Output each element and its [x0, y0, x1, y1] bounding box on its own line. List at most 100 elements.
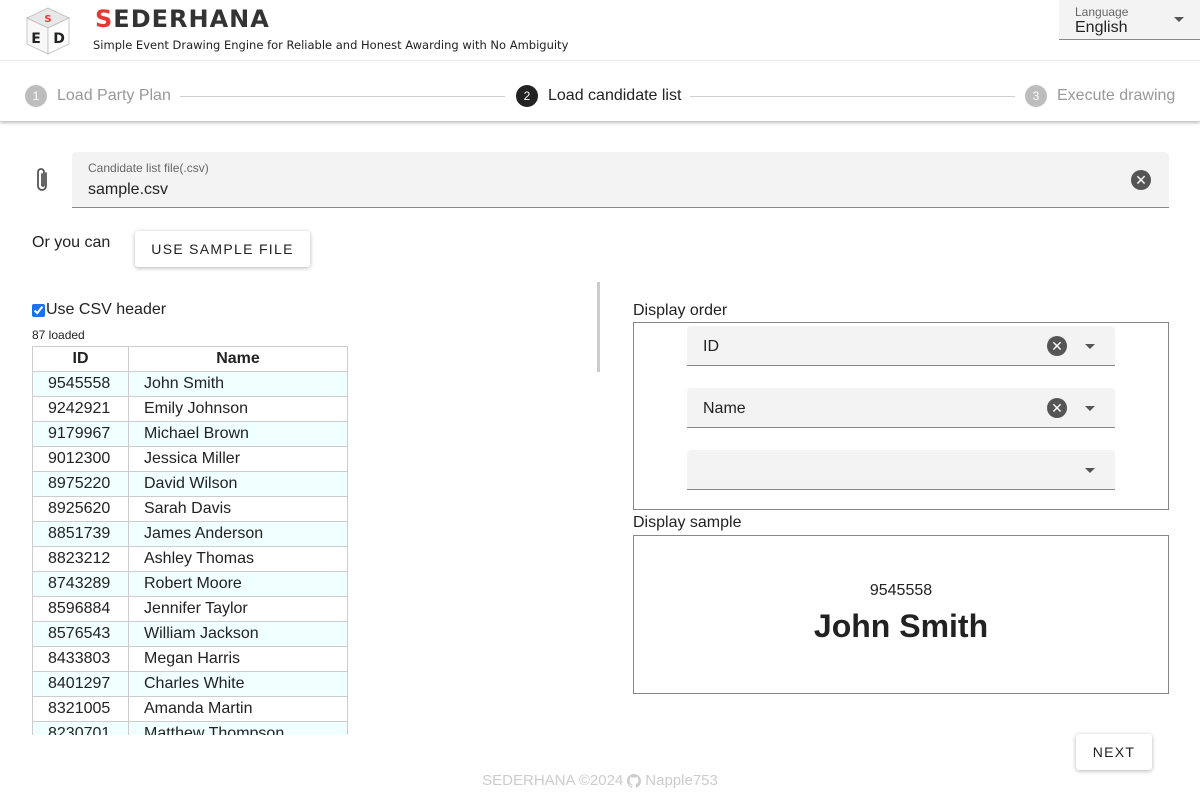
step-label: Load Party Plan [57, 87, 171, 104]
display-order-label: Display order [633, 302, 728, 319]
table-row: 8925620 Sarah Davis [32, 496, 348, 522]
table-row: 8743289 Robert Moore [32, 571, 348, 597]
table-row: 8596884 Jennifer Taylor [32, 596, 348, 622]
cell-name: John Smith [128, 371, 348, 397]
language-label: Language [1075, 5, 1129, 19]
display-order-select-1[interactable]: ID ✕ [687, 326, 1115, 366]
step-number: 1 [25, 85, 47, 107]
cell-name: Emily Johnson [128, 396, 348, 422]
candidate-table-scroll[interactable]: ID Name 9545558 John Smith 9242921 Emily Jo… [32, 346, 349, 735]
footer: SEDERHANA ©2024 Napple753 [0, 772, 1200, 789]
display-sample-box: 9545558 John Smith [633, 535, 1169, 694]
stepper: 1 Load Party Plan 2 Load candidate list … [0, 60, 1200, 121]
file-input-label: Candidate list file(.csv) [88, 161, 209, 175]
footer-github-user[interactable]: Napple753 [645, 772, 718, 789]
svg-text:S: S [44, 14, 51, 25]
step-load-party-plan[interactable]: 1 Load Party Plan [25, 85, 171, 107]
cell-name: David Wilson [128, 471, 348, 497]
cell-id: 8230701 [32, 721, 129, 735]
cell-id: 8975220 [32, 471, 129, 497]
table-row: 8433803 Megan Harris [32, 646, 348, 672]
step-label: Execute drawing [1057, 87, 1176, 104]
language-value: English [1075, 19, 1128, 36]
step-connector [180, 96, 505, 97]
cell-name: Sarah Davis [128, 496, 348, 522]
cell-name: Ashley Thomas [128, 546, 348, 572]
csv-header-label: Use CSV header [46, 301, 167, 318]
brand-title: SEDERHANA [95, 5, 270, 33]
step-number: 2 [516, 85, 538, 107]
loaded-count: 87 loaded [32, 328, 85, 342]
cell-id: 8925620 [32, 496, 129, 522]
cell-id: 8743289 [32, 571, 129, 597]
cell-name: Jessica Miller [128, 446, 348, 472]
cell-id: 8401297 [32, 671, 129, 697]
panel-resize-handle[interactable] [597, 282, 600, 372]
clear-selection-icon[interactable]: ✕ [1047, 336, 1067, 356]
cell-id: 8576543 [32, 621, 129, 647]
cell-name: William Jackson [128, 621, 348, 647]
cell-name: Megan Harris [128, 646, 348, 672]
logo-cube-icon: S E D [26, 7, 70, 55]
chevron-down-icon [1174, 17, 1184, 22]
sample-id: 9545558 [869, 582, 933, 599]
app-header: S E D SEDERHANA Simple Event Drawing Eng… [0, 0, 1200, 60]
table-row: 9242921 Emily Johnson [32, 396, 348, 422]
chevron-down-icon [1085, 344, 1095, 349]
column-header-name: Name [128, 346, 348, 372]
step-load-candidate-list[interactable]: 2 Load candidate list [516, 85, 681, 107]
github-icon[interactable] [627, 773, 642, 788]
table-row: 8851739 James Anderson [32, 521, 348, 547]
table-row: 9179967 Michael Brown [32, 421, 348, 447]
cell-id: 9179967 [32, 421, 129, 447]
table-row: 9012300 Jessica Miller [32, 446, 348, 472]
language-select[interactable]: Language English [1059, 0, 1200, 40]
or-you-can-text: Or you can [32, 234, 111, 251]
cell-id: 8851739 [32, 521, 129, 547]
next-button[interactable]: NEXT [1076, 734, 1152, 770]
select-value: Name [703, 400, 746, 417]
candidate-table: ID Name 9545558 John Smith 9242921 Emily Jo… [32, 346, 348, 735]
table-row: 9545558 John Smith [32, 371, 348, 397]
candidate-table-body: 9545558 John Smith 9242921 Emily Johnson 917… [32, 371, 348, 735]
table-row: 8401297 Charles White [32, 671, 348, 697]
cell-id: 8321005 [32, 696, 129, 722]
cell-name: James Anderson [128, 521, 348, 547]
paperclip-icon[interactable] [32, 166, 54, 194]
table-row: 8823212 Ashley Thomas [32, 546, 348, 572]
cell-name: Charles White [128, 671, 348, 697]
cell-id: 8823212 [32, 546, 129, 572]
cell-name: Matthew Thompson [128, 721, 348, 735]
column-header-id: ID [32, 346, 129, 372]
footer-copyright: SEDERHANA ©2024 [482, 772, 624, 789]
display-order-box: ID ✕ Name ✕ [633, 322, 1169, 510]
table-row: 8230701 Matthew Thompson [32, 721, 348, 735]
table-row: 8576543 William Jackson [32, 621, 348, 647]
cell-name: Amanda Martin [128, 696, 348, 722]
cell-id: 8433803 [32, 646, 129, 672]
cell-name: Jennifer Taylor [128, 596, 348, 622]
brand-subtitle: Simple Event Drawing Engine for Reliable… [93, 38, 569, 52]
svg-text:E: E [31, 31, 41, 47]
svg-text:D: D [53, 31, 65, 47]
use-csv-header-checkbox[interactable]: Use CSV header [32, 301, 166, 319]
display-order-select-3[interactable] [687, 450, 1115, 490]
candidate-file-input[interactable]: Candidate list file(.csv) sample.csv ✕ [72, 152, 1169, 208]
step-connector [690, 96, 1015, 97]
display-order-select-2[interactable]: Name ✕ [687, 388, 1115, 428]
cell-id: 9012300 [32, 446, 129, 472]
select-value: ID [703, 338, 719, 355]
csv-header-checkbox[interactable] [32, 303, 45, 317]
step-execute-drawing[interactable]: 3 Execute drawing [1025, 85, 1175, 107]
use-sample-file-button[interactable]: USE SAMPLE FILE [135, 231, 310, 267]
step-label: Load candidate list [548, 87, 682, 104]
cell-name: Michael Brown [128, 421, 348, 447]
table-row: 8975220 David Wilson [32, 471, 348, 497]
cell-id: 9242921 [32, 396, 129, 422]
table-row: 8321005 Amanda Martin [32, 696, 348, 722]
clear-file-icon[interactable]: ✕ [1131, 170, 1151, 190]
clear-selection-icon[interactable]: ✕ [1047, 398, 1067, 418]
cell-id: 8596884 [32, 596, 129, 622]
chevron-down-icon [1085, 468, 1095, 473]
sample-name: John Smith [813, 608, 989, 644]
